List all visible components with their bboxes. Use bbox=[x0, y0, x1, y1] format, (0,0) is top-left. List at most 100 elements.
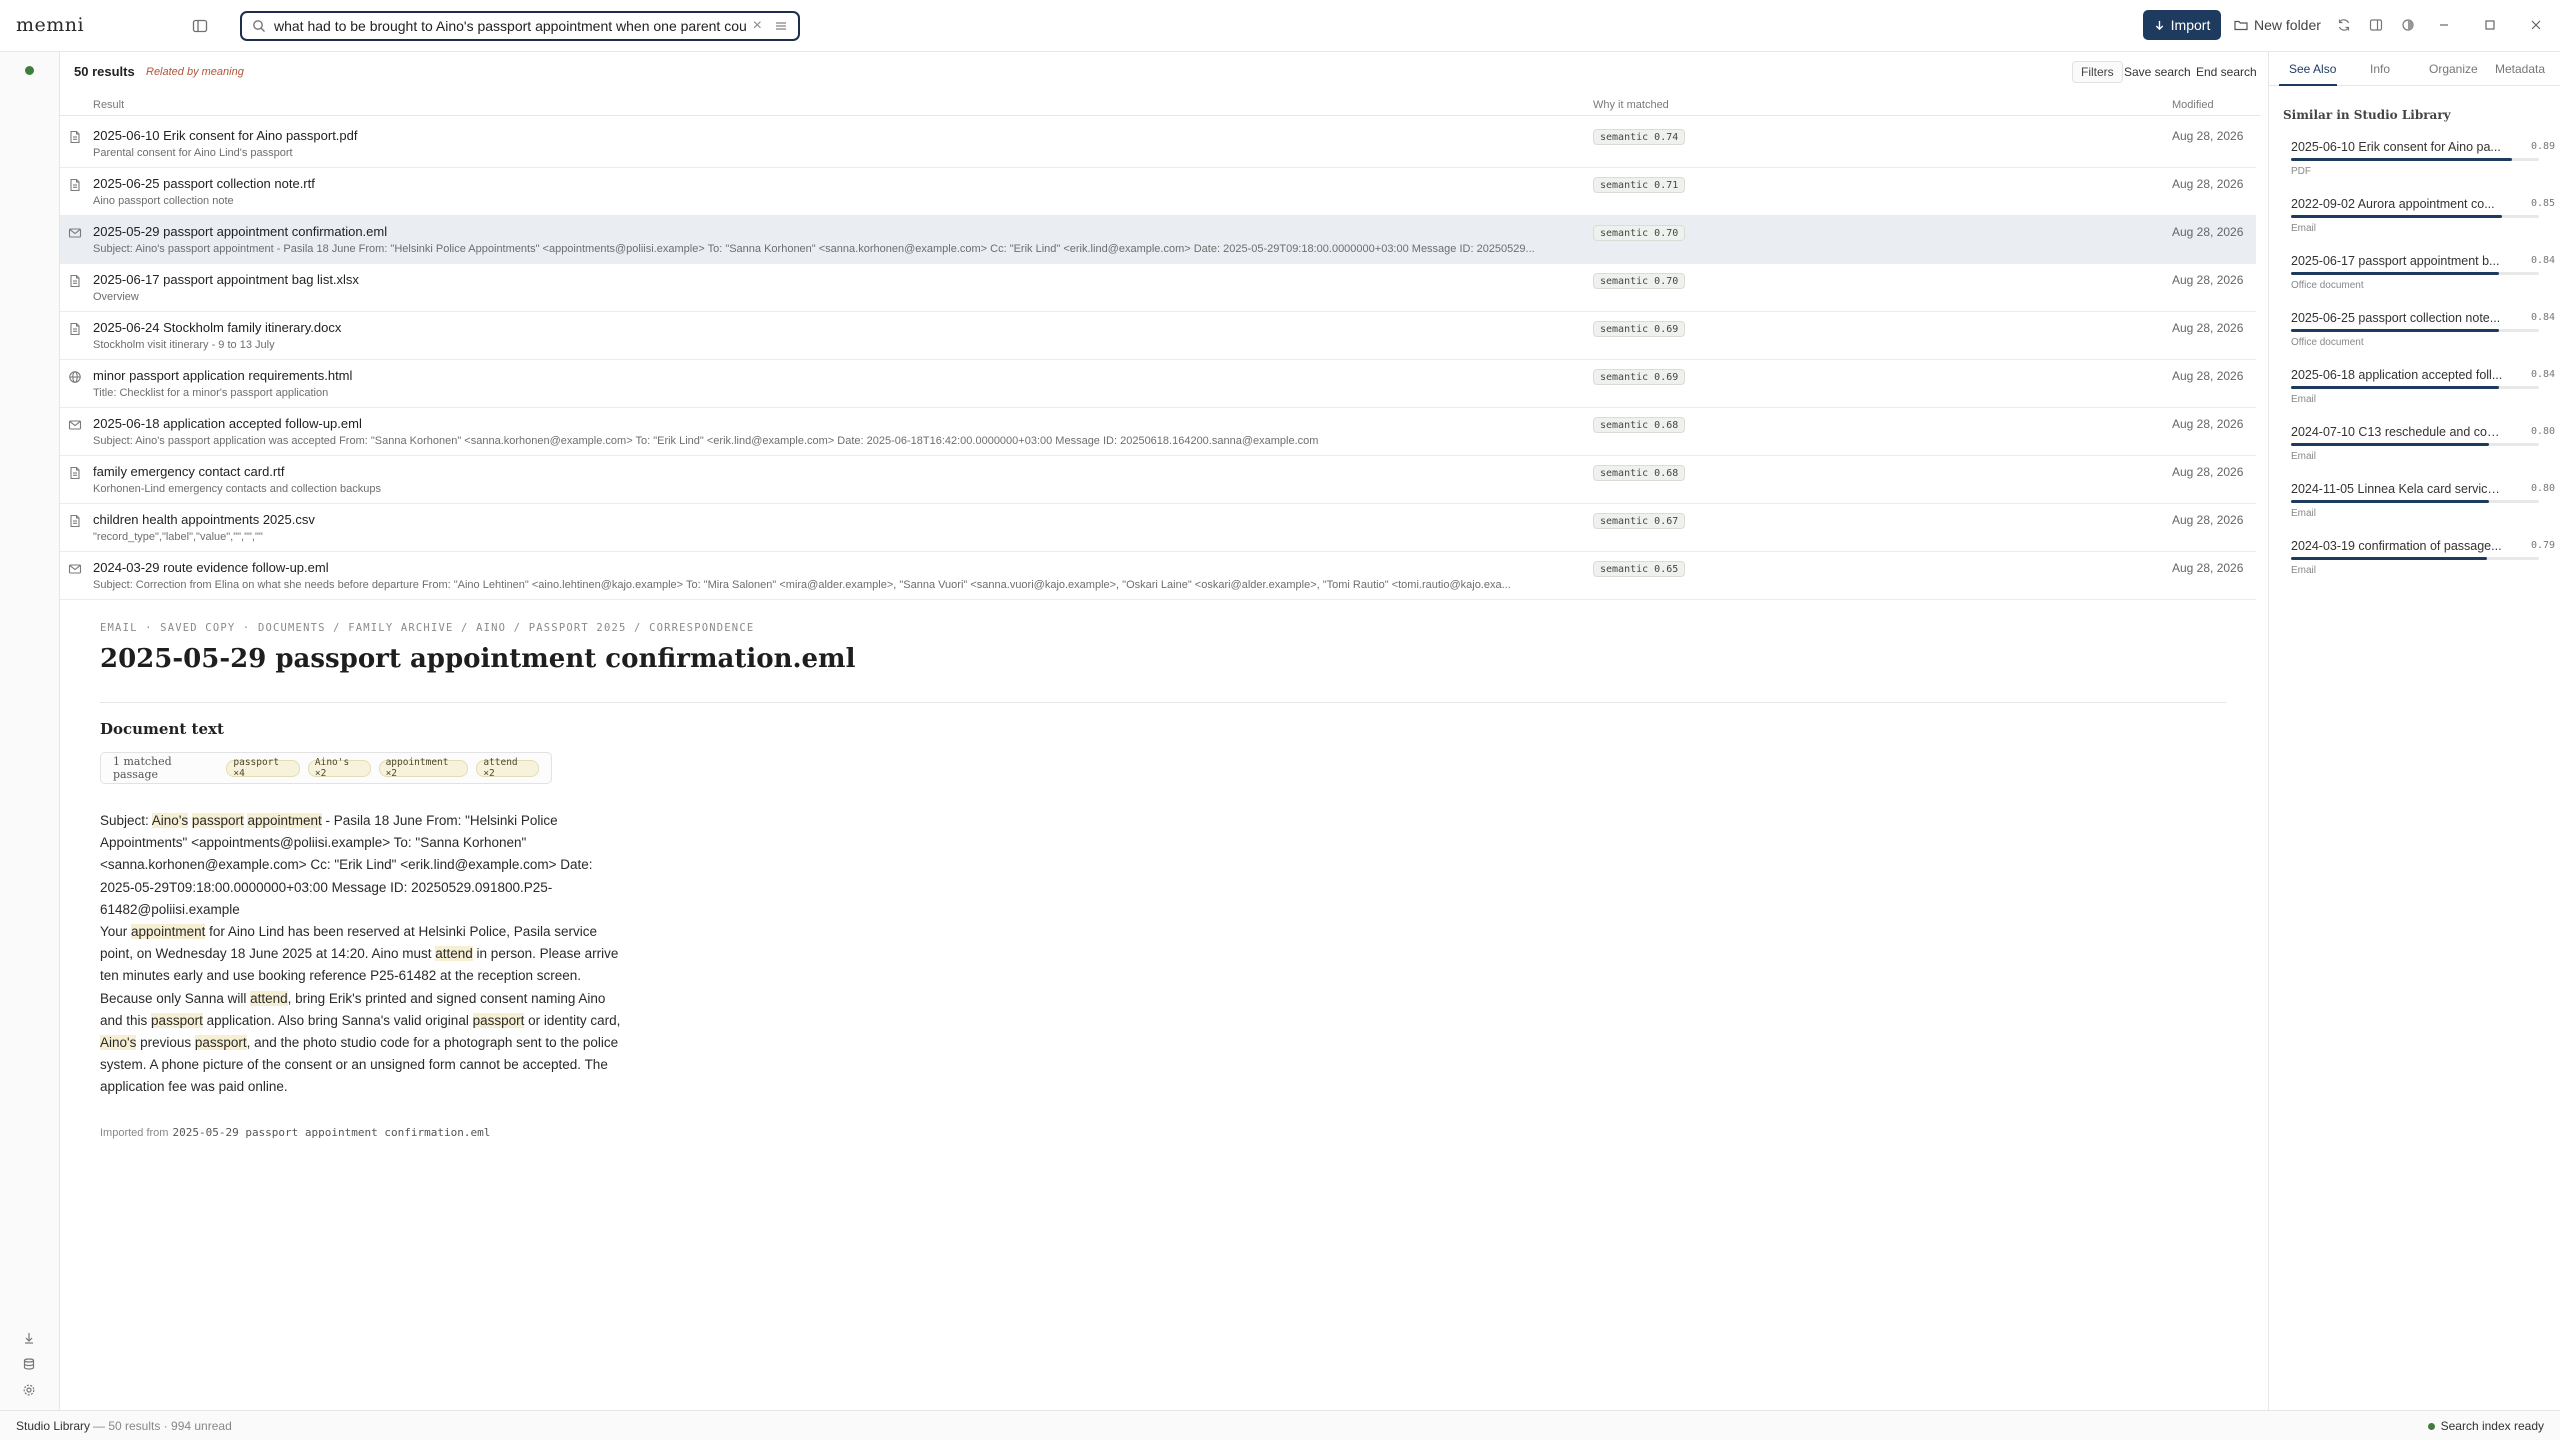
similar-item[interactable]: 2024-03-19 confirmation of passage... 0.7… bbox=[2291, 535, 2555, 583]
clear-search-icon[interactable]: × bbox=[753, 17, 762, 35]
maximize-icon[interactable] bbox=[2478, 13, 2502, 37]
modified-date: Aug 28, 2026 bbox=[2172, 369, 2244, 383]
body-text-segment: - Pasila 18 June From: "Helsinki Police … bbox=[100, 813, 593, 917]
result-snippet: Overview bbox=[93, 291, 139, 303]
similar-score: 0.84 bbox=[2531, 312, 2556, 323]
results-pane: 50 results Related by meaning Filters Sa… bbox=[60, 52, 2322, 642]
similar-item[interactable]: 2025-06-10 Erik consent for Aino pa... 0.… bbox=[2291, 136, 2555, 184]
result-title: children health appointments 2025.csv bbox=[93, 512, 315, 527]
tab-organize[interactable]: Organize bbox=[2429, 62, 2478, 76]
sync-icon[interactable] bbox=[2332, 13, 2356, 37]
similarity-bar bbox=[2291, 329, 2539, 332]
result-title: 2025-06-10 Erik consent for Aino passpor… bbox=[93, 128, 358, 143]
result-row[interactable]: 2025-06-18 application accepted follow-u… bbox=[60, 408, 2256, 456]
column-why-matched[interactable]: Why it matched bbox=[1593, 99, 1669, 111]
highlighted-term: appointment bbox=[247, 813, 322, 828]
highlighted-term: attend bbox=[435, 946, 473, 962]
tab-info[interactable]: Info bbox=[2370, 62, 2390, 76]
similarity-bar bbox=[2291, 386, 2539, 389]
result-row[interactable]: children health appointments 2025.csv "re… bbox=[60, 504, 2256, 552]
close-icon[interactable] bbox=[2524, 13, 2548, 37]
panel-tabs: See Also Info Organize Metadata bbox=[2269, 52, 2560, 86]
active-tab-indicator bbox=[2279, 84, 2337, 86]
similar-item[interactable]: 2025-06-18 application accepted foll... 0… bbox=[2291, 364, 2555, 412]
download-icon[interactable] bbox=[18, 1327, 40, 1349]
similar-item[interactable]: 2025-06-17 passport appointment b... 0.84… bbox=[2291, 250, 2555, 298]
filters-button[interactable]: Filters bbox=[2072, 61, 2123, 83]
database-icon[interactable] bbox=[18, 1353, 40, 1375]
results-count: 50 results bbox=[74, 64, 135, 79]
document-icon bbox=[68, 178, 82, 192]
result-row[interactable]: 2024-03-29 route evidence follow-up.eml S… bbox=[60, 552, 2256, 600]
gear-icon[interactable] bbox=[18, 1379, 40, 1401]
result-snippet: Subject: Aino's passport appointment - P… bbox=[93, 243, 1535, 255]
highlighted-term: Aino's bbox=[151, 813, 189, 828]
result-row[interactable]: 2025-06-24 Stockholm family itinerary.do… bbox=[60, 312, 2256, 360]
email-header-paragraph: Subject: Aino's passport appointment - P… bbox=[100, 810, 630, 921]
similar-title: 2024-11-05 Linnea Kela card service ... bbox=[2291, 482, 2503, 496]
result-row[interactable]: 2025-05-29 passport appointment confirma… bbox=[60, 216, 2256, 264]
term-chip[interactable]: passport ×4 bbox=[226, 757, 300, 779]
similarity-bar-fill bbox=[2291, 557, 2487, 560]
result-row[interactable]: minor passport application requirements.… bbox=[60, 360, 2256, 408]
similar-title: 2024-07-10 C13 reschedule and con... bbox=[2291, 425, 2503, 439]
similarity-bar-fill bbox=[2291, 329, 2500, 332]
term-chip[interactable]: appointment ×2 bbox=[378, 757, 469, 779]
document-text-heading: Document text bbox=[100, 720, 224, 738]
highlighted-term: appointment bbox=[131, 924, 206, 940]
end-search-button[interactable]: End search bbox=[2196, 65, 2257, 79]
similar-kind: PDF bbox=[2291, 166, 2311, 177]
sidebar-toggle-icon[interactable] bbox=[186, 12, 214, 40]
similarity-bar bbox=[2291, 215, 2539, 218]
similar-kind: Email bbox=[2291, 565, 2317, 576]
highlighted-term: passport bbox=[191, 813, 244, 828]
similar-kind: Email bbox=[2291, 508, 2317, 519]
matched-passage-label: 1 matched passage bbox=[113, 755, 172, 781]
folder-icon bbox=[2234, 20, 2248, 31]
theme-icon[interactable] bbox=[2396, 13, 2420, 37]
panel-layout-icon[interactable] bbox=[2364, 13, 2388, 37]
imported-from-label: Imported from bbox=[100, 1127, 169, 1139]
result-row[interactable]: 2025-06-25 passport collection note.rtf A… bbox=[60, 168, 2256, 216]
result-title: 2025-05-29 passport appointment confirma… bbox=[93, 224, 388, 239]
body-text-segment: application. Also bring Sanna's valid or… bbox=[202, 1012, 473, 1028]
similarity-bar-fill bbox=[2291, 443, 2490, 446]
tab-metadata[interactable]: Metadata bbox=[2495, 62, 2545, 76]
email-icon bbox=[68, 562, 82, 576]
similar-item[interactable]: 2022-09-02 Aurora appointment co... 0.85 E… bbox=[2291, 193, 2555, 241]
search-options-icon[interactable] bbox=[774, 19, 788, 33]
result-row[interactable]: 2025-06-17 passport appointment bag list… bbox=[60, 264, 2256, 312]
search-input[interactable] bbox=[274, 18, 747, 34]
highlighted-term: attend bbox=[250, 990, 288, 1006]
similar-item[interactable]: 2024-11-05 Linnea Kela card service ... 0… bbox=[2291, 478, 2555, 526]
term-chip[interactable]: Aino's ×2 bbox=[307, 757, 371, 779]
index-status-label: Search index ready bbox=[2440, 1419, 2544, 1433]
imported-file-name: 2025-05-29 passport appointment confirma… bbox=[172, 1126, 491, 1139]
matched-passage-summary[interactable]: 1 matched passage passport ×4 Aino's ×2 … bbox=[100, 752, 552, 784]
similar-item[interactable]: 2024-07-10 C13 reschedule and con... 0.80… bbox=[2291, 421, 2555, 469]
search-box[interactable]: × bbox=[240, 11, 800, 41]
tab-see-also[interactable]: See Also bbox=[2289, 62, 2336, 76]
column-modified[interactable]: Modified bbox=[2172, 99, 2214, 111]
save-search-button[interactable]: Save search bbox=[2124, 65, 2191, 79]
result-row[interactable]: 2025-06-10 Erik consent for Aino passpor… bbox=[60, 120, 2256, 168]
result-row[interactable]: family emergency contact card.rtf Korhone… bbox=[60, 456, 2256, 504]
app-window: memni × Import New folder bbox=[0, 0, 2560, 1440]
term-chip[interactable]: attend ×2 bbox=[476, 757, 539, 779]
column-result[interactable]: Result bbox=[93, 99, 124, 111]
import-button[interactable]: Import bbox=[2143, 10, 2221, 40]
similarity-bar-fill bbox=[2291, 500, 2490, 503]
new-folder-button[interactable]: New folder bbox=[2234, 10, 2321, 40]
similarity-bar-fill bbox=[2291, 272, 2500, 275]
similar-title: 2022-09-02 Aurora appointment co... bbox=[2291, 197, 2495, 211]
document-icon bbox=[68, 274, 82, 288]
result-snippet: Stockholm visit itinerary - 9 to 13 July bbox=[93, 339, 275, 351]
minimize-icon[interactable] bbox=[2432, 13, 2456, 37]
similar-kind: Office document bbox=[2291, 280, 2364, 291]
body-text-segment: or identity card, bbox=[524, 1012, 621, 1028]
match-score-badge: semantic 0.71 bbox=[1593, 177, 1686, 193]
similar-score: 0.89 bbox=[2531, 141, 2556, 152]
library-name[interactable]: Studio Library bbox=[16, 1419, 90, 1433]
similar-score: 0.80 bbox=[2531, 483, 2556, 494]
similar-item[interactable]: 2025-06-25 passport collection note... 0.… bbox=[2291, 307, 2555, 355]
